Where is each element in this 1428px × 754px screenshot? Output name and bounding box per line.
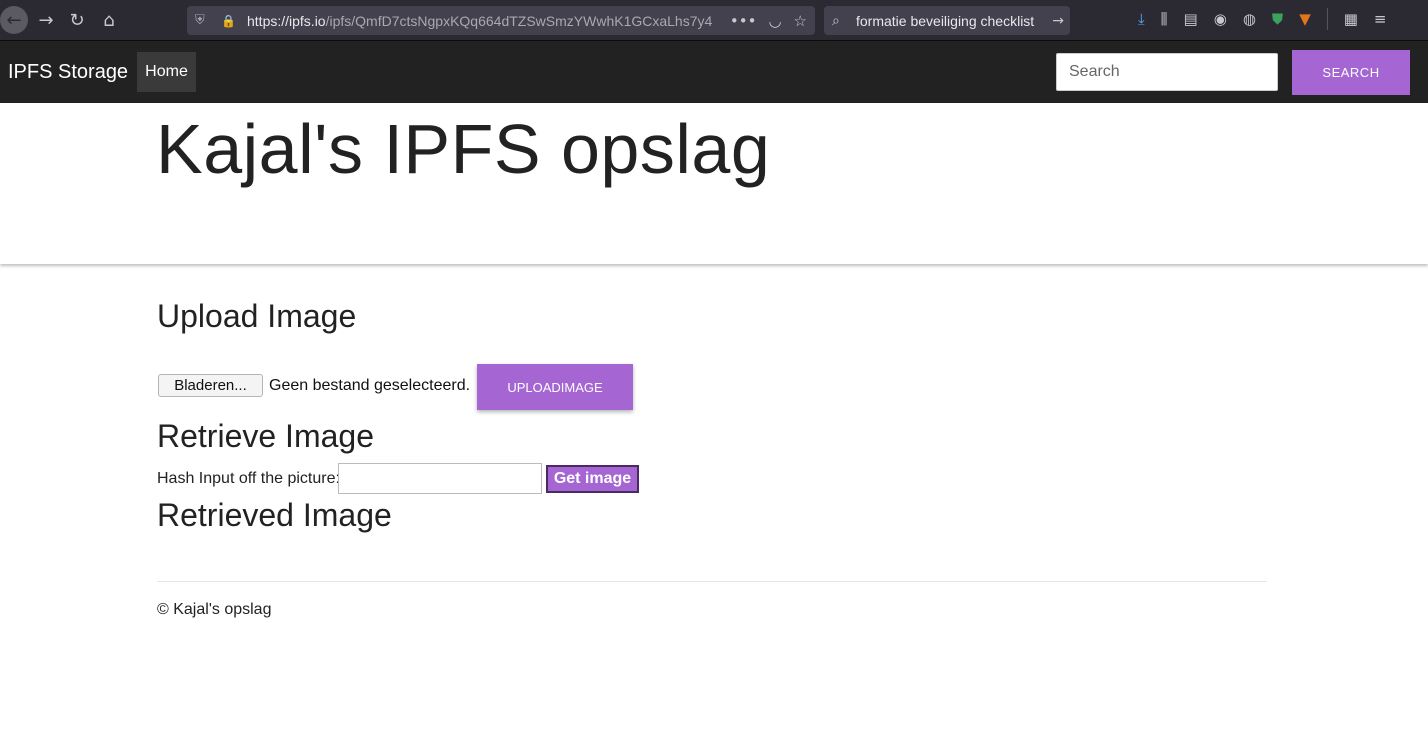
pocket-icon[interactable]: ◡ bbox=[768, 12, 781, 30]
search-icon: ⌕ bbox=[832, 12, 840, 29]
url-text[interactable]: https://ipfs.io/ipfs/QmfD7ctsNgpxKQq664d… bbox=[247, 13, 727, 29]
account-icon[interactable]: ◉ bbox=[1214, 10, 1227, 30]
home-button[interactable]: ⌂ bbox=[95, 6, 123, 34]
address-bar[interactable]: ⛨ 🔒 https://ipfs.io/ipfs/QmfD7ctsNgpxKQq… bbox=[187, 6, 815, 35]
retrieve-heading: Retrieve Image bbox=[157, 418, 374, 454]
extension-circle-icon[interactable]: ◍ bbox=[1243, 10, 1256, 30]
footer-text: © Kajal's opslag bbox=[157, 601, 272, 618]
metamask-fox-icon[interactable]: ▼ bbox=[1299, 10, 1311, 30]
retrieved-heading: Retrieved Image bbox=[157, 497, 392, 533]
page-actions-icon[interactable]: ••• bbox=[730, 12, 757, 30]
footer-divider bbox=[157, 581, 1267, 582]
hash-input[interactable] bbox=[338, 463, 542, 494]
upload-heading: Upload Image bbox=[157, 298, 357, 334]
lock-icon[interactable]: 🔒 bbox=[221, 14, 237, 28]
search-go-arrow-icon[interactable]: → bbox=[1052, 13, 1064, 29]
search-input[interactable] bbox=[1056, 53, 1278, 91]
library-icon[interactable]: ⫼ bbox=[1161, 10, 1168, 30]
brand-title[interactable]: IPFS Storage bbox=[8, 61, 128, 84]
sidebar-icon[interactable]: ▤ bbox=[1184, 10, 1198, 30]
bookmark-star-icon[interactable]: ☆ bbox=[794, 12, 807, 30]
hash-input-label: Hash Input off the picture: bbox=[157, 470, 340, 487]
nav-home-link[interactable]: Home bbox=[137, 52, 196, 92]
toolbar-divider bbox=[1326, 8, 1328, 30]
browser-search-bar[interactable]: ⌕ formatie beveiliging checklist → bbox=[824, 6, 1070, 35]
file-status-text: Geen bestand geselecteerd. bbox=[269, 377, 471, 394]
extension-shield-icon[interactable]: ⛊ bbox=[1272, 10, 1283, 30]
back-button[interactable]: ← bbox=[0, 6, 28, 34]
jumbotron: Kajal's IPFS opslag bbox=[0, 103, 1428, 264]
browser-toolbar: ← → ↻ ⌂ ⛨ 🔒 https://ipfs.io/ipfs/QmfD7ct… bbox=[0, 0, 1428, 41]
extensions-puzzle-icon[interactable]: ▦ bbox=[1344, 10, 1358, 30]
page-title: Kajal's IPFS opslag bbox=[156, 110, 771, 188]
menu-hamburger-icon[interactable]: ≡ bbox=[1374, 10, 1387, 30]
browser-search-query[interactable]: formatie beveiliging checklist bbox=[856, 13, 1044, 29]
forward-button[interactable]: → bbox=[32, 6, 60, 34]
tracking-shield-icon[interactable]: ⛨ bbox=[195, 13, 211, 28]
search-button[interactable]: SEARCH bbox=[1292, 50, 1410, 95]
reload-button[interactable]: ↻ bbox=[63, 6, 91, 34]
downloads-icon[interactable]: ⤓ bbox=[1138, 10, 1145, 30]
get-image-button[interactable]: Get image bbox=[546, 465, 639, 493]
upload-image-button[interactable]: UPLOADIMAGE bbox=[477, 364, 633, 410]
file-browse-button[interactable]: Bladeren... bbox=[158, 374, 263, 397]
site-navbar: IPFS Storage Home SEARCH bbox=[0, 41, 1428, 103]
